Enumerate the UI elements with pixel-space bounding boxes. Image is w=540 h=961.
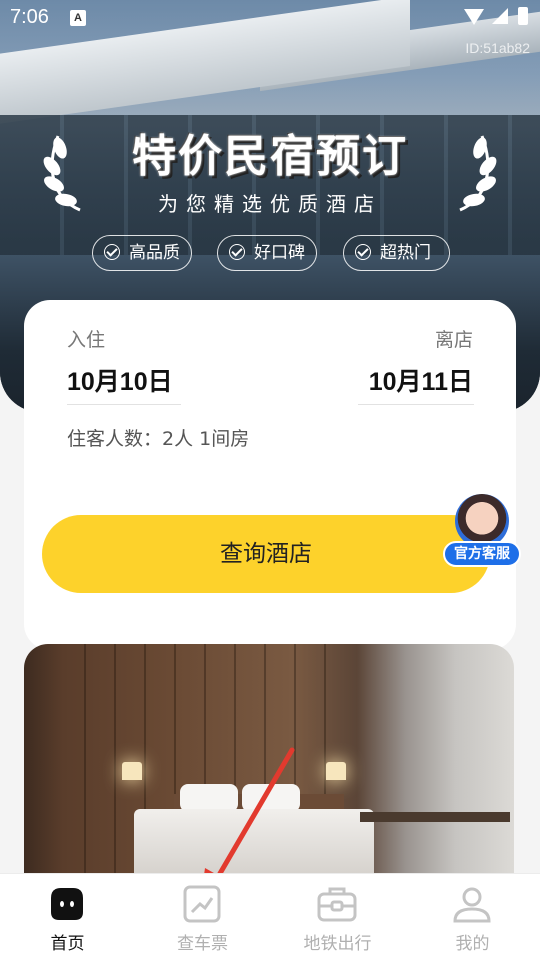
guest-count[interactable]: 住客人数：2人 1间房	[67, 424, 249, 451]
badge-quality: 高品质	[92, 235, 192, 271]
bed	[134, 809, 374, 876]
profile-icon	[453, 887, 491, 923]
booking-card: 入住 10月10日 离店 10月11日 住客人数：2人 1间房 查询酒店	[24, 300, 516, 650]
metro-icon	[317, 887, 357, 922]
signal-icon	[492, 8, 508, 24]
customer-service-button[interactable]: 官方客服	[443, 494, 521, 570]
lamp-right	[326, 762, 346, 780]
hotel-room-image[interactable]	[24, 644, 514, 876]
status-bar: 7:06 A	[0, 0, 540, 36]
tab-home[interactable]: 首页	[0, 874, 135, 961]
check-circle-icon	[355, 244, 371, 260]
desk	[360, 812, 510, 822]
hero-subtitle: 为您精选优质酒店	[158, 192, 382, 216]
bottom-tab-bar: 首页 查车票 地铁出行 我的	[0, 873, 540, 961]
badge-label: 超热门	[380, 243, 431, 263]
checkin-date[interactable]: 10月10日	[67, 362, 173, 398]
tab-label: 我的	[455, 934, 490, 954]
badge-label: 好口碑	[254, 243, 305, 263]
checkout-date[interactable]: 10月11日	[369, 362, 473, 398]
pillow	[242, 784, 300, 812]
lamp-left	[122, 762, 142, 780]
customer-service-label: 官方客服	[443, 541, 521, 567]
service-agent-avatar	[455, 494, 509, 548]
checkin-label: 入住	[67, 329, 106, 351]
status-time: 7:06	[10, 6, 49, 28]
badge-label: 高品质	[129, 243, 180, 263]
tab-label: 查车票	[177, 934, 228, 954]
watermark-id: ID:51ab82	[465, 40, 530, 56]
ticket-chart-icon	[183, 885, 221, 923]
tab-tickets[interactable]: 查车票	[135, 874, 270, 961]
check-circle-icon	[104, 244, 120, 260]
badge-reputation: 好口碑	[217, 235, 317, 271]
checkout-label: 离店	[434, 329, 473, 351]
wifi-icon	[464, 9, 484, 25]
notification-a-icon: A	[70, 10, 86, 26]
checkin-underline	[67, 404, 181, 405]
check-circle-icon	[229, 244, 245, 260]
search-hotel-button[interactable]: 查询酒店	[42, 515, 490, 593]
hero-title: 特价民宿预订	[132, 131, 408, 182]
wall-panel	[114, 644, 116, 876]
pillow	[180, 784, 238, 812]
tab-metro[interactable]: 地铁出行	[270, 874, 405, 961]
tab-profile[interactable]: 我的	[405, 874, 540, 961]
home-face-icon	[51, 888, 83, 920]
wall-panel	[84, 644, 86, 876]
badge-popular: 超热门	[343, 235, 450, 271]
tab-label: 首页	[50, 934, 85, 954]
battery-icon	[518, 7, 528, 25]
tab-label: 地铁出行	[303, 934, 372, 954]
checkout-underline	[358, 404, 474, 405]
